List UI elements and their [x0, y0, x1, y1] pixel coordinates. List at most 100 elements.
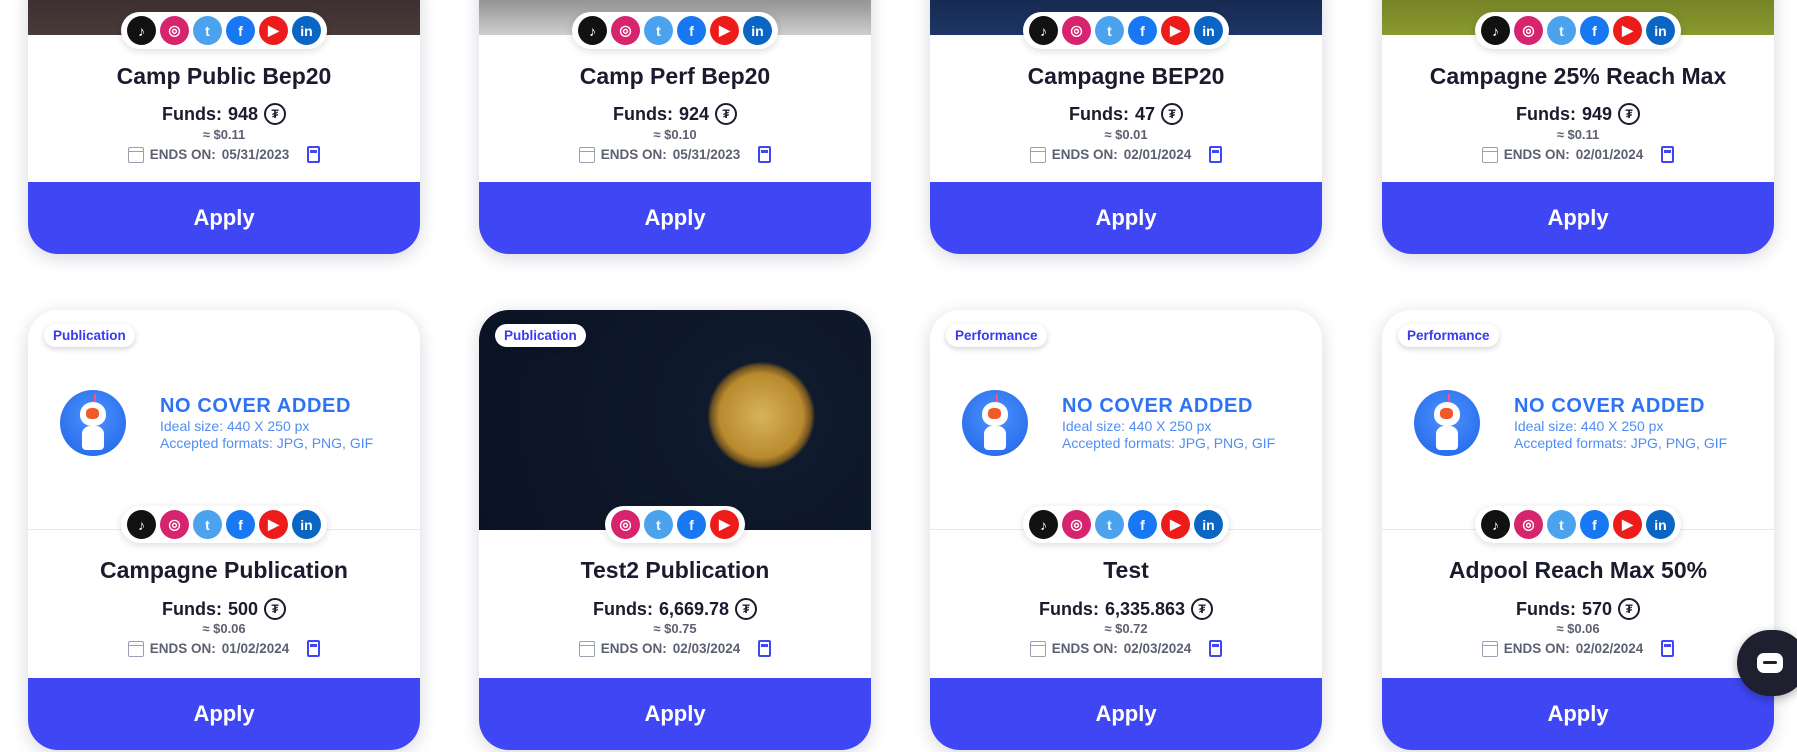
funds-label: Funds:: [161, 103, 222, 124]
no-cover-title: NO COVER ADDED: [160, 394, 352, 417]
calculator-icon[interactable]: [1209, 640, 1223, 657]
youtube-icon: ▶: [1161, 16, 1190, 45]
funds-value: 948: [227, 103, 259, 124]
calendar-icon: [578, 146, 595, 163]
ends-on: ENDS ON: 05/31/2023: [479, 146, 871, 163]
coin-icon: ₮: [1161, 103, 1184, 125]
instagram-icon: ◎: [1514, 16, 1543, 45]
calculator-icon[interactable]: [1661, 640, 1675, 657]
calendar-icon: [578, 640, 595, 657]
campaign-card: ♪ ◎ t f ▶ in Camp Public Bep20 Funds: 948 ₮ ≈ …: [28, 0, 420, 254]
coin-icon: ₮: [264, 103, 287, 125]
funds-value: 6,335.863: [1104, 598, 1186, 619]
apply-button[interactable]: Apply: [479, 678, 871, 750]
twitter-icon: t: [1095, 16, 1124, 45]
no-cover-title: NO COVER ADDED: [1514, 394, 1706, 417]
twitter-icon: t: [1547, 16, 1576, 45]
tiktok-icon: ♪: [127, 510, 156, 539]
calendar-icon: [1029, 146, 1046, 163]
funds-value: 570: [1581, 598, 1613, 619]
funds-label: Funds:: [1515, 103, 1576, 124]
youtube-icon: ▶: [710, 16, 739, 45]
no-cover-size: Ideal size: 440 X 250 px: [1514, 417, 1664, 434]
no-cover-title: NO COVER ADDED: [1062, 394, 1254, 417]
ends-on: ENDS ON: 01/02/2024: [28, 640, 420, 657]
ends-date: 02/02/2024: [1575, 641, 1644, 656]
funds-value: 47: [1134, 103, 1156, 124]
funds: Funds: 500 ₮: [28, 598, 420, 620]
calendar-icon: [127, 146, 144, 163]
tiktok-icon: ♪: [1481, 16, 1510, 45]
ends-label: ENDS ON:: [149, 641, 216, 656]
ends-on: ENDS ON: 02/01/2024: [930, 146, 1322, 163]
apply-button[interactable]: Apply: [1382, 182, 1774, 254]
no-cover-content: NO COVER ADDED Ideal size: 440 X 250 px …: [60, 390, 373, 456]
ends-date: 05/31/2023: [221, 147, 290, 162]
tiktok-icon: ♪: [1481, 510, 1510, 539]
funds: Funds: 949 ₮: [1382, 103, 1774, 125]
youtube-icon: ▶: [710, 510, 739, 539]
calculator-icon[interactable]: [1661, 146, 1675, 163]
linkedin-icon: in: [1646, 510, 1675, 539]
ends-label: ENDS ON:: [600, 641, 667, 656]
usd-value: ≈ $0.06: [202, 621, 246, 636]
coin-icon: ₮: [715, 103, 738, 125]
apply-button[interactable]: Apply: [479, 182, 871, 254]
apply-button[interactable]: Apply: [1382, 678, 1774, 750]
instagram-icon: ◎: [611, 16, 640, 45]
campaign-card: NO COVER ADDED Ideal size: 440 X 250 px …: [1382, 310, 1774, 750]
campaign-title: Campagne 25% Reach Max: [1429, 63, 1727, 89]
type-badge: Performance: [1398, 324, 1499, 347]
social-icons: ◎ t f ▶: [605, 506, 745, 543]
ends-label: ENDS ON:: [1503, 641, 1570, 656]
campaign-title: Camp Public Bep20: [116, 63, 332, 89]
astronaut-icon: [1414, 390, 1480, 456]
campaign-card: Publication ◎ t f ▶ Test2 Publication Funds…: [479, 310, 871, 750]
no-cover-text: NO COVER ADDED Ideal size: 440 X 250 px …: [160, 395, 373, 452]
youtube-icon: ▶: [259, 16, 288, 45]
linkedin-icon: in: [743, 16, 772, 45]
chat-button[interactable]: [1737, 630, 1797, 696]
coin-icon: ₮: [1191, 598, 1214, 620]
calculator-icon[interactable]: [758, 640, 772, 657]
calculator-icon[interactable]: [758, 146, 772, 163]
no-cover-content: NO COVER ADDED Ideal size: 440 X 250 px …: [962, 390, 1275, 456]
apply-button[interactable]: Apply: [930, 678, 1322, 750]
twitter-icon: t: [193, 16, 222, 45]
calculator-icon[interactable]: [307, 146, 321, 163]
youtube-icon: ▶: [1613, 16, 1642, 45]
facebook-icon: f: [1580, 510, 1609, 539]
funds: Funds: 924 ₮: [479, 103, 871, 125]
funds-value: 500: [227, 598, 259, 619]
calculator-icon[interactable]: [1209, 146, 1223, 163]
campaign-card: ♪ ◎ t f ▶ in Campagne BEP20 Funds: 47 ₮ ≈ $0.0…: [930, 0, 1322, 254]
social-icons: ♪ ◎ t f ▶ in: [1023, 506, 1229, 543]
funds: Funds: 948 ₮: [28, 103, 420, 125]
funds-value: 949: [1581, 103, 1613, 124]
ends-label: ENDS ON:: [1051, 147, 1118, 162]
usd-value: ≈ $0.10: [653, 127, 697, 142]
calculator-icon[interactable]: [307, 640, 321, 657]
social-icons: ♪ ◎ t f ▶ in: [1475, 506, 1681, 543]
apply-button[interactable]: Apply: [930, 182, 1322, 254]
calendar-icon: [127, 640, 144, 657]
facebook-icon: f: [1128, 510, 1157, 539]
apply-button[interactable]: Apply: [28, 678, 420, 750]
ends-date: 05/31/2023: [672, 147, 741, 162]
no-cover-content: NO COVER ADDED Ideal size: 440 X 250 px …: [1414, 390, 1727, 456]
instagram-icon: ◎: [160, 510, 189, 539]
usd-value: ≈ $0.75: [653, 621, 697, 636]
ends-date: 02/03/2024: [1123, 641, 1192, 656]
coin-icon: ₮: [264, 598, 287, 620]
usd-value: ≈ $0.11: [202, 127, 246, 142]
campaign-title: Test: [1103, 557, 1149, 583]
usd-value: ≈ $0.11: [1556, 127, 1600, 142]
campaign-card: ♪ ◎ t f ▶ in Campagne 25% Reach Max Funds: 94…: [1382, 0, 1774, 254]
astronaut-icon: [962, 390, 1028, 456]
apply-button[interactable]: Apply: [28, 182, 420, 254]
ends-date: 02/01/2024: [1123, 147, 1192, 162]
instagram-icon: ◎: [1062, 16, 1091, 45]
funds-label: Funds:: [1038, 598, 1099, 619]
no-cover-text: NO COVER ADDED Ideal size: 440 X 250 px …: [1062, 395, 1275, 452]
usd-value: ≈ $0.06: [1556, 621, 1600, 636]
